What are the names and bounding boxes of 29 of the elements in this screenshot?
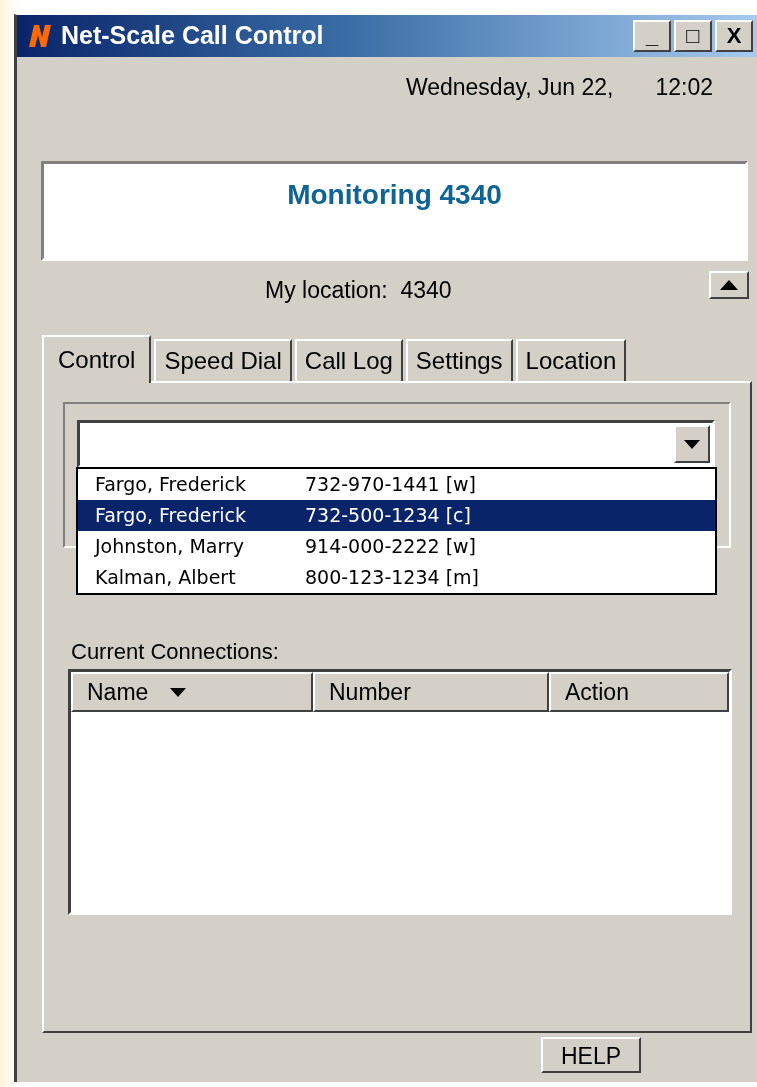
dropdown-option[interactable]: Kalman, Albert 800-123-1234 [m]	[78, 562, 715, 593]
column-header[interactable]: Number	[313, 672, 549, 712]
status-text: Monitoring 4340	[287, 179, 502, 210]
collapse-button[interactable]	[709, 271, 749, 299]
column-header[interactable]: Action	[549, 672, 729, 712]
tab[interactable]: Speed Dial	[154, 339, 292, 381]
dropdown-option[interactable]: Fargo, Frederick 732-500-1234 [c]	[78, 500, 715, 531]
maximize-button[interactable]: □	[674, 20, 712, 52]
help-button[interactable]: HELP	[541, 1037, 641, 1073]
dial-combo-box[interactable]	[77, 420, 715, 468]
location-label: My location: 4340	[265, 275, 452, 305]
tab[interactable]: Call Log	[294, 339, 403, 381]
caret-icon	[684, 439, 700, 449]
app-logo-icon	[27, 24, 53, 48]
dropdown-option[interactable]: Johnston, Marry 914-000-2222 [w]	[78, 531, 715, 562]
connections-label: Current Connections:	[71, 638, 279, 666]
column-header[interactable]: Name	[71, 672, 313, 712]
window-title: Net-Scale Call Control	[61, 20, 324, 52]
dropdown-button[interactable]	[674, 425, 710, 463]
date-label: Wednesday, Jun 22,	[405, 72, 614, 102]
minimize-button[interactable]: _	[633, 20, 671, 52]
tab[interactable]: Control	[42, 335, 152, 383]
close-button[interactable]: X	[715, 20, 753, 52]
tab[interactable]: Settings	[405, 339, 513, 381]
up-triangle-icon	[720, 280, 738, 290]
dropdown-option[interactable]: Fargo, Frederick 732-970-1441 [w]	[78, 469, 715, 500]
time-label: 12:02	[655, 72, 713, 102]
tab[interactable]: Location	[515, 339, 627, 381]
sort-icon	[170, 687, 187, 697]
